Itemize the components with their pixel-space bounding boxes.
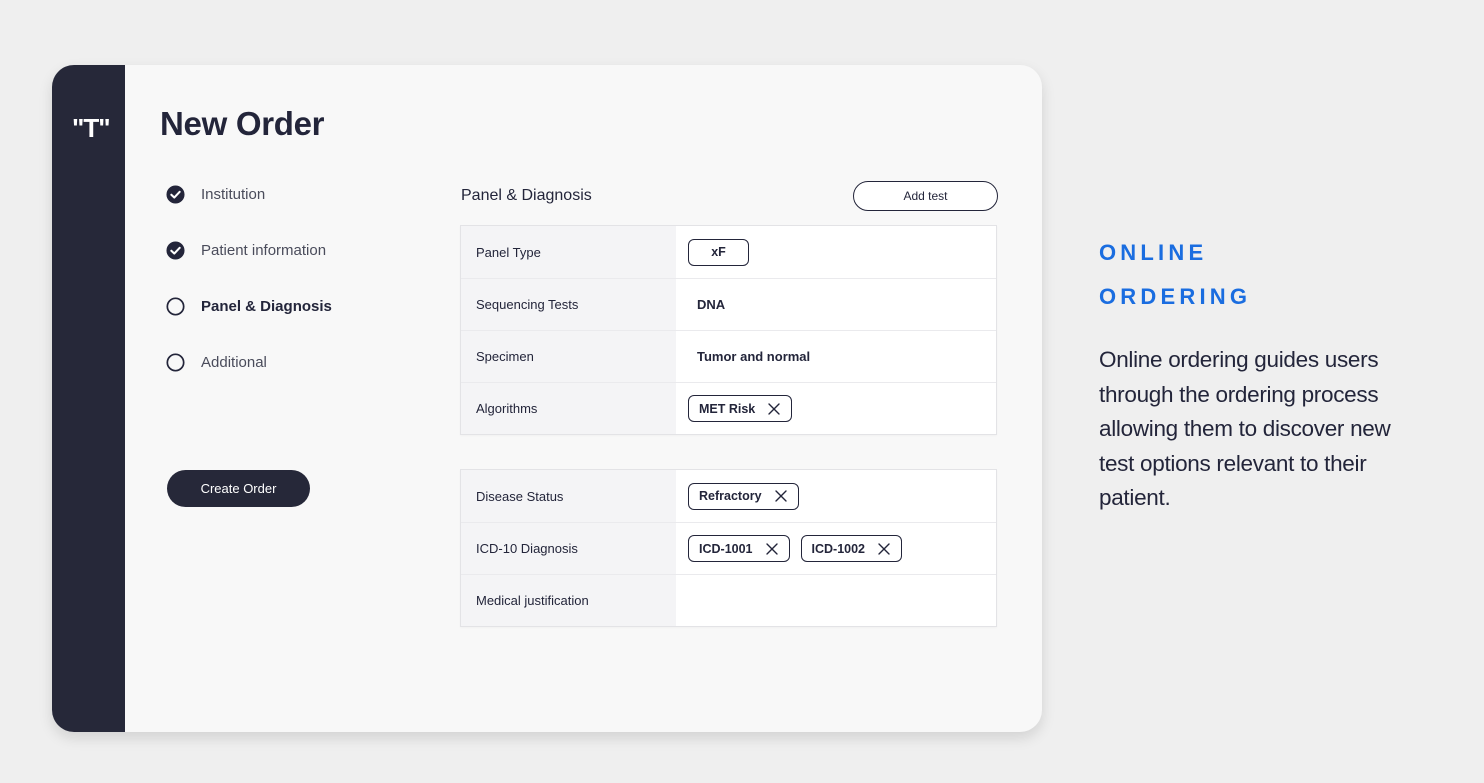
check-circle-icon <box>166 185 185 204</box>
row-label: ICD-10 Diagnosis <box>461 523 676 574</box>
row-value: Refractory <box>676 470 996 522</box>
icd-chip[interactable]: ICD-1002 <box>800 535 902 562</box>
row-label: Medical justification <box>461 575 676 626</box>
table-row-panel-type: Panel Type xF <box>461 226 996 278</box>
panel-type-chip[interactable]: xF <box>688 238 749 266</box>
create-order-button[interactable]: Create Order <box>167 470 310 507</box>
check-circle-icon <box>166 241 185 260</box>
chip-label: MET Risk <box>699 401 756 416</box>
diagnosis-table: Disease Status Refractory ICD-10 Diagnos… <box>460 469 997 627</box>
specimen-value: Tumor and normal <box>697 349 811 364</box>
promo-body: Online ordering guides users through the… <box>1099 347 1391 510</box>
panel-table: Panel Type xF Sequencing Tests DNA Speci… <box>460 225 997 435</box>
row-value: DNA <box>676 279 996 330</box>
promo-heading-line-1: ONLINE <box>1099 240 1208 265</box>
row-value: MET Risk <box>676 383 996 434</box>
chip-label: Refractory <box>699 489 762 503</box>
page-title: New Order <box>160 105 325 142</box>
table-row-sequencing-tests: Sequencing Tests DNA <box>461 278 996 330</box>
add-test-button[interactable]: Add test <box>853 181 998 211</box>
step-label: Institution <box>201 186 266 203</box>
row-label: Sequencing Tests <box>461 279 676 330</box>
empty-circle-icon <box>166 297 185 316</box>
chip-label: ICD-1001 <box>699 541 753 556</box>
order-app-window: "T" New Order Institution Patient inform… <box>52 65 1042 732</box>
close-icon[interactable] <box>877 542 891 556</box>
empty-circle-icon <box>166 353 185 372</box>
row-label: Algorithms <box>461 383 676 434</box>
row-label: Disease Status <box>461 470 676 522</box>
table-row-specimen: Specimen Tumor and normal <box>461 330 996 382</box>
step-additional[interactable]: Additional <box>166 353 267 372</box>
table-row-algorithms: Algorithms MET Risk <box>461 382 996 434</box>
medical-justification-field[interactable] <box>676 575 996 626</box>
step-patient-information[interactable]: Patient information <box>166 241 326 260</box>
row-label: Panel Type <box>461 226 676 278</box>
row-value: ICD-1001 ICD-1002 <box>676 523 996 574</box>
disease-status-chip[interactable]: Refractory <box>688 482 799 510</box>
row-value: Tumor and normal <box>676 331 996 382</box>
sidebar: "T" <box>52 65 125 732</box>
algorithm-chip[interactable]: MET Risk <box>688 395 793 422</box>
close-icon[interactable] <box>774 489 788 503</box>
step-label: Panel & Diagnosis <box>201 298 332 315</box>
row-label: Specimen <box>461 331 676 382</box>
table-row-icd10-diagnosis: ICD-10 Diagnosis ICD-1001 ICD-1002 <box>461 522 996 574</box>
close-icon[interactable] <box>765 542 779 556</box>
step-panel-diagnosis[interactable]: Panel & Diagnosis <box>166 297 332 316</box>
promo-heading-line-2: ORDERING <box>1099 284 1252 309</box>
app-logo[interactable]: "T" <box>72 113 111 143</box>
table-row-disease-status: Disease Status Refractory <box>461 470 996 522</box>
close-icon[interactable] <box>767 402 781 416</box>
chip-label: ICD-1002 <box>811 541 866 556</box>
table-row-medical-justification: Medical justification <box>461 574 996 626</box>
row-value: xF <box>676 226 996 278</box>
step-label: Patient information <box>201 242 327 259</box>
chip-label: xF <box>711 245 726 259</box>
icd-chip[interactable]: ICD-1001 <box>688 535 790 562</box>
step-institution[interactable]: Institution <box>166 185 265 204</box>
section-title: Panel & Diagnosis <box>461 187 592 204</box>
step-label: Additional <box>201 354 267 371</box>
sequencing-tests-value: DNA <box>697 297 726 312</box>
